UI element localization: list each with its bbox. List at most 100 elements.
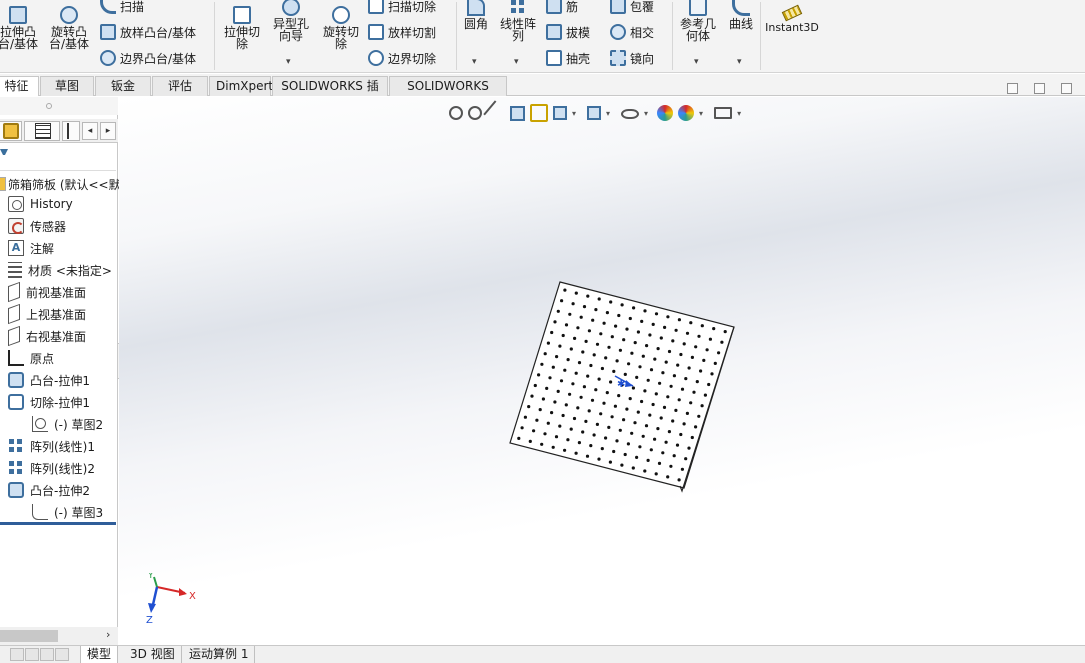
- swept-cut-button[interactable]: 扫描切除: [368, 0, 436, 16]
- tab-features[interactable]: 特征: [0, 76, 39, 96]
- plate-hole: [664, 360, 668, 364]
- maximize-panel-button[interactable]: [1061, 83, 1072, 94]
- extrude-boss-button[interactable]: 拉伸凸 台/基体: [0, 6, 40, 50]
- plate-hole: [553, 320, 557, 324]
- panel-grip[interactable]: [0, 97, 118, 115]
- tree-item-sensors[interactable]: 传感器: [8, 216, 66, 236]
- tree-filter[interactable]: [0, 145, 116, 171]
- revolve-boss-button[interactable]: 旋转凸 台/基体: [46, 6, 92, 50]
- tab-motion-study-1[interactable]: 运动算例 1: [183, 646, 256, 663]
- curves-dropdown-icon[interactable]: ▾: [737, 56, 742, 68]
- tree-item-boss-extrude2[interactable]: 凸台-拉伸2: [8, 480, 90, 500]
- plate-hole: [551, 365, 555, 369]
- property-manager-tab[interactable]: [24, 121, 60, 141]
- sieve-plate-model[interactable]: ✱: [119, 97, 1085, 645]
- linear-pattern-button[interactable]: 线性阵 列 ▾: [496, 0, 540, 67]
- tree-item-label: 右视基准面: [26, 329, 87, 344]
- plate-hole: [582, 385, 586, 389]
- intersect-button[interactable]: 相交: [610, 22, 654, 42]
- revolve-cut-button[interactable]: 旋转切 除: [318, 6, 364, 50]
- tab-model[interactable]: 模型: [80, 646, 119, 663]
- wrap-button[interactable]: 包覆: [610, 0, 654, 16]
- shell-button[interactable]: 抽壳: [546, 48, 590, 68]
- sweep-button[interactable]: 扫描: [100, 0, 144, 16]
- tree-item-cut-extrude1[interactable]: 切除-拉伸1: [8, 392, 90, 412]
- rib-button[interactable]: 筋: [546, 0, 578, 16]
- filter-icon: [0, 149, 8, 159]
- tab-dimxpert[interactable]: DimXpert: [209, 76, 273, 96]
- reference-geometry-dropdown-icon[interactable]: ▾: [694, 56, 699, 68]
- lofted-cut-button[interactable]: 放样切割: [368, 22, 436, 42]
- tree-item-material[interactable]: 材质 <未指定>: [8, 260, 112, 280]
- tab-3d-views[interactable]: 3D 视图: [124, 646, 182, 663]
- plate-hole: [676, 363, 680, 367]
- boundary-cut-icon: [368, 50, 384, 66]
- tab-scroll-right-icon[interactable]: ▸: [100, 122, 116, 140]
- plate-hole: [600, 447, 604, 451]
- loft-boss-button[interactable]: 放样凸台/基体: [100, 22, 196, 42]
- tab-sketch[interactable]: 草图: [40, 76, 94, 96]
- tab-evaluate[interactable]: 评估: [152, 76, 208, 96]
- prev-tab-icon[interactable]: [25, 648, 39, 661]
- plate-hole: [682, 342, 686, 346]
- panel-horizontal-scrollbar[interactable]: ›: [0, 627, 118, 645]
- plate-hole: [628, 316, 632, 321]
- plate-hole: [594, 308, 598, 312]
- first-tab-icon[interactable]: [10, 648, 24, 661]
- tree-item-sketch2[interactable]: (-) 草图2: [32, 414, 103, 434]
- tree-item-label: (-) 草图2: [54, 417, 104, 432]
- tree-item-history[interactable]: History: [8, 194, 73, 214]
- hole-wizard-button[interactable]: 异型孔 向导 ▾: [268, 0, 314, 67]
- tree-item-origin[interactable]: 原点: [8, 348, 54, 368]
- hole-wizard-dropdown-icon[interactable]: ▾: [286, 56, 291, 68]
- tree-item-right-plane[interactable]: 右视基准面: [8, 325, 87, 347]
- plate-hole: [689, 321, 693, 325]
- plate-hole: [607, 425, 611, 429]
- scroll-right-icon[interactable]: ›: [106, 628, 110, 641]
- mirror-button[interactable]: 镜向: [610, 48, 654, 68]
- extrude-cut-button[interactable]: 拉伸切 除: [220, 6, 264, 50]
- tree-item-sketch3[interactable]: (-) 草图3: [32, 502, 103, 522]
- tab-solidworks-addins[interactable]: SOLIDWORKS 插件: [272, 76, 388, 112]
- plate-hole: [563, 368, 567, 372]
- rollback-bar[interactable]: [0, 522, 116, 525]
- feature-manager-tab[interactable]: [0, 121, 22, 141]
- last-tab-icon[interactable]: [55, 648, 69, 661]
- tree-item-front-plane[interactable]: 前视基准面: [8, 281, 86, 303]
- config-manager-tab[interactable]: [62, 121, 80, 141]
- next-tab-icon[interactable]: [40, 648, 54, 661]
- plate-hole: [564, 323, 569, 327]
- graphics-viewport[interactable]: ▾ ▾ ▾ ▾ ▾ ✱ X Y Z: [119, 97, 1085, 645]
- instant3d-ruler-icon: [781, 4, 803, 22]
- plate-hole: [599, 332, 603, 336]
- plate-hole: [587, 409, 591, 413]
- revolve-boss-label: 旋转凸 台/基体: [48, 25, 90, 51]
- tab-navigation-arrows[interactable]: [10, 648, 69, 661]
- scrollbar-thumb[interactable]: [0, 630, 58, 642]
- restore-panel-button[interactable]: [1007, 83, 1018, 94]
- draft-button[interactable]: 拔模: [546, 22, 590, 42]
- tree-item-boss-extrude1[interactable]: 凸台-拉伸1: [8, 370, 90, 390]
- expand-panel-button[interactable]: [1034, 83, 1045, 94]
- plate-hole: [627, 362, 631, 366]
- curves-icon: [732, 0, 750, 16]
- boundary-boss-button[interactable]: 边界凸台/基体: [100, 48, 196, 68]
- instant3d-button[interactable]: Instant3D: [764, 4, 820, 34]
- tree-item-annotations[interactable]: A 注解: [8, 238, 54, 258]
- curves-button[interactable]: 曲线 ▾: [724, 0, 758, 67]
- plate-hole: [605, 311, 609, 315]
- boundary-cut-button[interactable]: 边界切除: [368, 48, 436, 68]
- tab-sheet-metal[interactable]: 钣金: [95, 76, 151, 96]
- fillet-button[interactable]: 圆角 ▾: [460, 0, 492, 67]
- tab-scroll-left-icon[interactable]: ◂: [82, 122, 98, 140]
- plate-hole: [561, 413, 565, 418]
- linear-pattern-dropdown-icon[interactable]: ▾: [514, 56, 519, 68]
- tree-root[interactable]: 筛箱筛板 (默认<<默: [0, 174, 121, 194]
- fillet-dropdown-icon[interactable]: ▾: [472, 56, 477, 68]
- tree-item-linear-pattern2[interactable]: 阵列(线性)2: [8, 458, 95, 478]
- reference-geometry-button[interactable]: 参考几 何体 ▾: [676, 0, 720, 67]
- tree-item-top-plane[interactable]: 上视基准面: [8, 303, 86, 325]
- tree-item-linear-pattern1[interactable]: 阵列(线性)1: [8, 436, 95, 456]
- tab-solidworks-mbd[interactable]: SOLIDWORKS MBD: [389, 76, 507, 112]
- plate-hole: [584, 339, 588, 343]
